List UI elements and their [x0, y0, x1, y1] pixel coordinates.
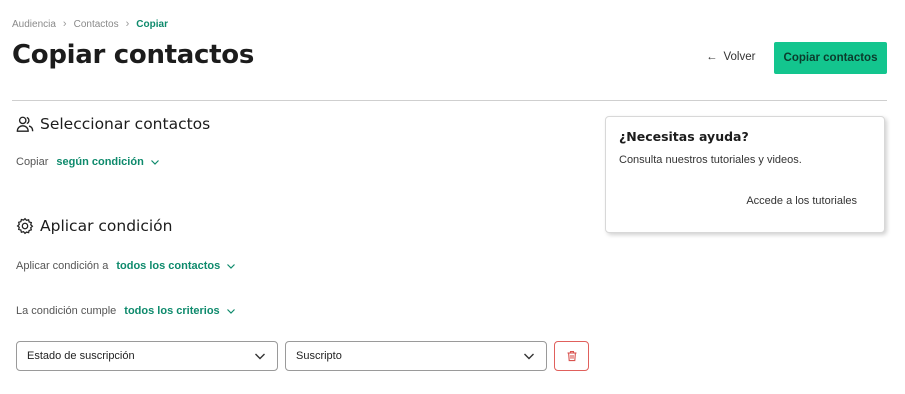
apply-to-row: Aplicar condición a todos los contactos	[16, 260, 236, 272]
match-label: La condición cumple	[16, 305, 117, 317]
chevron-down-icon	[150, 160, 159, 165]
apply-to-label: Aplicar condición a	[16, 260, 109, 272]
apply-condition-heading: Aplicar condición	[16, 217, 172, 235]
chevron-down-icon	[255, 353, 265, 360]
gear-icon	[16, 217, 34, 235]
delete-condition-button[interactable]	[554, 341, 589, 371]
match-row: La condición cumple todos los criterios	[16, 305, 236, 317]
trash-icon	[567, 351, 576, 362]
field-select-value: Estado de suscripción	[27, 350, 135, 362]
tutorials-link[interactable]: Accede a los tutoriales	[746, 195, 857, 207]
select-contacts-title: Seleccionar contactos	[40, 115, 211, 133]
header-divider	[12, 100, 887, 101]
copy-contacts-button[interactable]: Copiar contactos	[774, 42, 887, 74]
breadcrumb-current: Copiar	[136, 18, 168, 30]
copy-mode-dropdown[interactable]: según condición	[56, 156, 159, 168]
help-title: ¿Necesitas ayuda?	[619, 129, 749, 144]
chevron-down-icon	[227, 264, 236, 269]
arrow-left-icon: ←	[706, 51, 718, 63]
breadcrumb-audiencia[interactable]: Audiencia	[12, 19, 56, 30]
back-button[interactable]: ← Volver	[706, 51, 755, 63]
copy-mode-row: Copiar según condición	[16, 156, 160, 168]
page-title: Copiar contactos	[12, 40, 255, 70]
back-button-label: Volver	[723, 51, 756, 63]
apply-to-value: todos los contactos	[116, 260, 221, 272]
breadcrumb: Audiencia › Contactos › Copiar	[12, 18, 168, 30]
breadcrumb-separator: ›	[62, 18, 67, 30]
select-contacts-heading: Seleccionar contactos	[16, 115, 210, 133]
users-icon	[16, 116, 34, 132]
chevron-down-icon	[524, 353, 534, 360]
value-select[interactable]: Suscripto	[285, 341, 547, 371]
match-dropdown[interactable]: todos los criterios	[124, 305, 235, 317]
value-select-value: Suscripto	[296, 350, 342, 362]
apply-condition-title: Aplicar condición	[40, 217, 173, 235]
help-text: Consulta nuestros tutoriales y videos.	[619, 154, 802, 166]
breadcrumb-separator: ›	[125, 18, 130, 30]
chevron-down-icon	[226, 309, 235, 314]
field-select[interactable]: Estado de suscripción	[16, 341, 278, 371]
copy-label: Copiar	[16, 156, 49, 168]
apply-to-dropdown[interactable]: todos los contactos	[116, 260, 236, 272]
copy-mode-value: según condición	[56, 156, 144, 168]
help-card: ¿Necesitas ayuda? Consulta nuestros tuto…	[605, 116, 885, 233]
breadcrumb-contactos[interactable]: Contactos	[74, 19, 119, 30]
match-value: todos los criterios	[124, 305, 220, 317]
